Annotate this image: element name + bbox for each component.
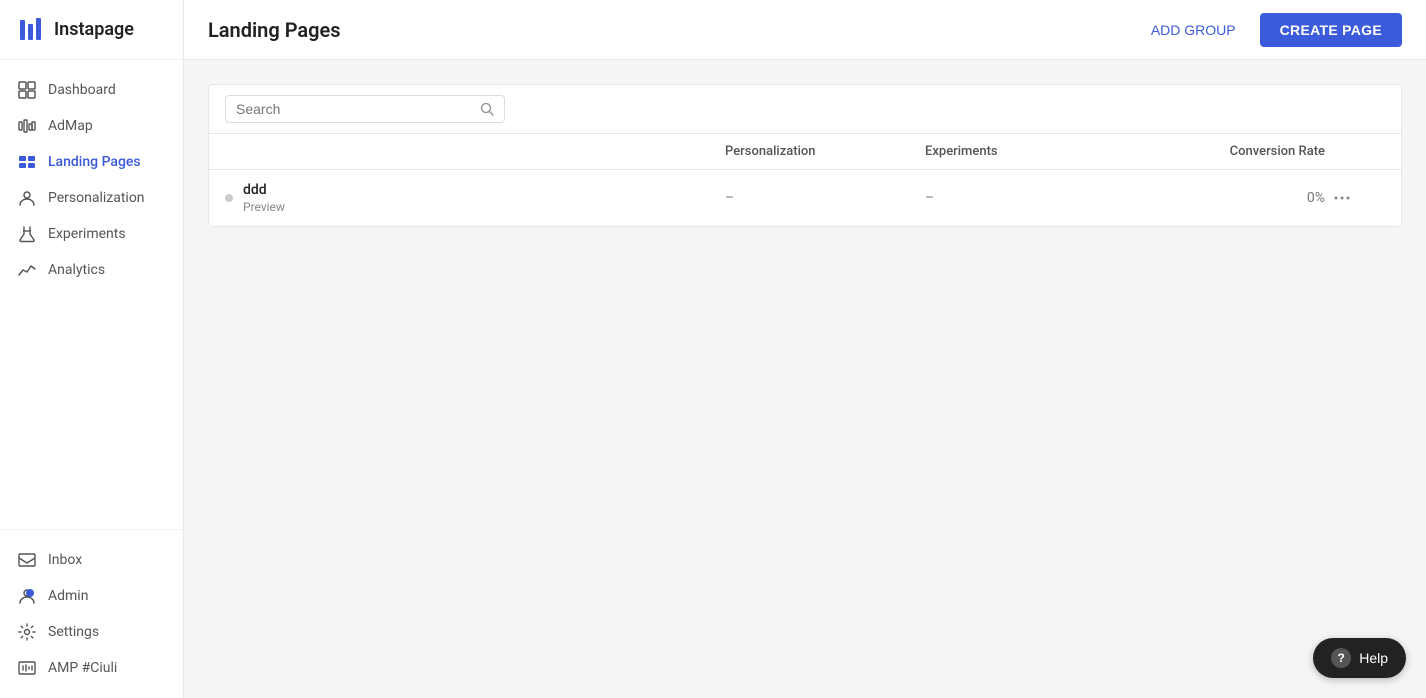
- sidebar-item-analytics[interactable]: Analytics: [0, 252, 183, 288]
- logo[interactable]: Instapage: [0, 0, 183, 60]
- experiments-cell: –: [925, 190, 1125, 206]
- logo-icon: [18, 16, 46, 44]
- sidebar-item-label: Personalization: [48, 190, 145, 206]
- help-icon: ?: [1331, 648, 1351, 668]
- page-preview-link[interactable]: Preview: [243, 200, 285, 214]
- search-icon: [480, 102, 494, 116]
- table-header: Personalization Experiments Conversion R…: [209, 134, 1401, 170]
- main-content: Personalization Experiments Conversion R…: [184, 60, 1426, 698]
- sidebar-item-label: Inbox: [48, 552, 82, 568]
- sidebar-item-label: Landing Pages: [48, 154, 141, 170]
- table-toolbar: [209, 85, 1401, 134]
- help-button[interactable]: ? Help: [1313, 638, 1406, 678]
- sidebar-item-label: AMP #Ciuli: [48, 660, 117, 676]
- sidebar-item-label: Dashboard: [48, 82, 116, 98]
- status-dot: [225, 194, 233, 202]
- help-label: Help: [1359, 650, 1388, 666]
- col-header-conversion-rate: Conversion Rate: [1125, 144, 1325, 159]
- row-actions-cell: [1325, 185, 1385, 211]
- more-options-button[interactable]: [1325, 185, 1359, 211]
- experiments-icon: [18, 225, 36, 243]
- sidebar-item-amp[interactable]: AMP #Ciuli: [0, 650, 183, 686]
- main-header: Landing Pages ADD GROUP CREATE PAGE: [184, 0, 1426, 60]
- table-row: ddd Preview – – 0%: [209, 170, 1401, 226]
- sidebar-item-inbox[interactable]: Inbox: [0, 542, 183, 578]
- search-wrapper[interactable]: [225, 95, 505, 123]
- personalization-icon: [18, 189, 36, 207]
- personalization-cell: –: [725, 190, 925, 206]
- search-input[interactable]: [236, 101, 474, 117]
- main-content-area: Landing Pages ADD GROUP CREATE PAGE: [184, 0, 1426, 698]
- settings-icon: [18, 623, 36, 641]
- sidebar-item-label: Admin: [48, 588, 88, 604]
- sidebar-item-settings[interactable]: Settings: [0, 614, 183, 650]
- landing-pages-icon: [18, 153, 36, 171]
- sidebar-item-landing-pages[interactable]: Landing Pages: [0, 144, 183, 180]
- add-group-button[interactable]: ADD GROUP: [1139, 14, 1248, 46]
- sidebar: Instapage Dashboard: [0, 0, 184, 698]
- page-info: ddd Preview: [243, 182, 285, 214]
- page-title: Landing Pages: [208, 18, 341, 42]
- header-actions: ADD GROUP CREATE PAGE: [1139, 13, 1402, 47]
- sidebar-item-experiments[interactable]: Experiments: [0, 216, 183, 252]
- landing-pages-table: Personalization Experiments Conversion R…: [208, 84, 1402, 227]
- inbox-icon: [18, 551, 36, 569]
- col-header-experiments: Experiments: [925, 144, 1125, 159]
- col-header-actions: [1325, 144, 1385, 159]
- admap-icon: [18, 117, 36, 135]
- sidebar-item-personalization[interactable]: Personalization: [0, 180, 183, 216]
- sidebar-item-dashboard[interactable]: Dashboard: [0, 72, 183, 108]
- page-name-cell: ddd Preview: [225, 182, 725, 214]
- col-header-personalization: Personalization: [725, 144, 925, 159]
- dashboard-icon: [18, 81, 36, 99]
- sidebar-item-label: AdMap: [48, 118, 93, 134]
- sidebar-item-admin[interactable]: Admin: [0, 578, 183, 614]
- conversion-rate-cell: 0%: [1125, 190, 1325, 206]
- col-header-name: [225, 144, 725, 159]
- admin-icon: [18, 587, 36, 605]
- analytics-icon: [18, 261, 36, 279]
- sidebar-item-admap[interactable]: AdMap: [0, 108, 183, 144]
- sidebar-bottom: Inbox Admin S: [0, 529, 183, 698]
- sidebar-item-label: Settings: [48, 624, 99, 640]
- create-page-button[interactable]: CREATE PAGE: [1260, 13, 1402, 47]
- admin-notification-dot: [26, 589, 34, 597]
- sidebar-item-label: Analytics: [48, 262, 105, 278]
- sidebar-item-label: Experiments: [48, 226, 126, 242]
- sidebar-nav: Dashboard AdMap: [0, 60, 183, 529]
- page-name: ddd: [243, 182, 285, 198]
- logo-text: Instapage: [54, 19, 134, 40]
- amp-icon: [18, 659, 36, 677]
